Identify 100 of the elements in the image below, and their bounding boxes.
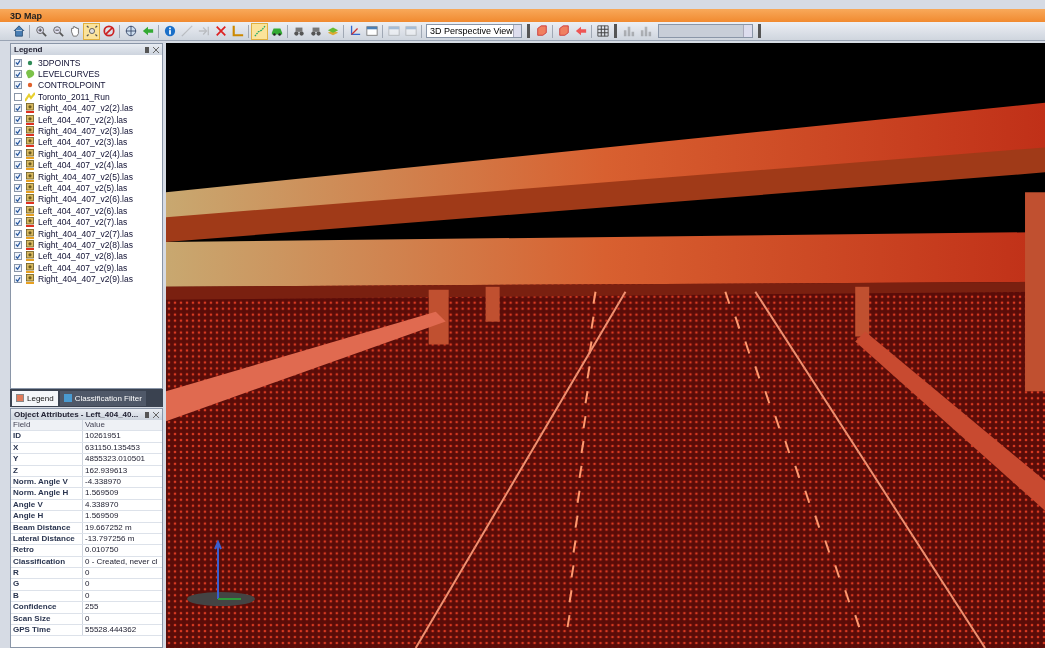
field-cell: Lateral Distance <box>11 533 83 545</box>
layer-label[interactable]: Toronto_2011_Run <box>38 91 110 102</box>
cube-icon <box>535 25 548 37</box>
panel-tab[interactable]: Classification Filter <box>59 390 146 406</box>
close-icon[interactable] <box>153 46 159 53</box>
checkbox[interactable] <box>14 229 22 238</box>
zoom-extents-icon <box>85 25 98 37</box>
checkbox[interactable] <box>14 240 22 249</box>
value-cell-text: 255 <box>84 602 100 613</box>
panel-title: Legend <box>14 45 43 54</box>
layer-label[interactable]: Right_404_407_v2(6).las <box>38 194 133 205</box>
checkbox[interactable] <box>14 263 22 272</box>
layers-icon <box>326 25 339 37</box>
value-cell-text: 10261951 <box>84 431 122 442</box>
checkbox[interactable] <box>14 127 22 136</box>
checkbox[interactable] <box>14 138 22 147</box>
home-icon <box>12 25 25 37</box>
field-cell: GPS Time <box>11 625 83 636</box>
checkbox[interactable] <box>14 149 22 158</box>
value-cell-text: 19.667252 m <box>84 522 133 533</box>
layer-label[interactable]: LEVELCURVES <box>38 69 100 80</box>
checkbox[interactable] <box>14 115 22 124</box>
field-cell: Retro <box>11 545 83 556</box>
checkbox[interactable] <box>14 70 22 79</box>
value-cell-text: 0 - Created, never cl <box>84 556 159 568</box>
value-cell-text: 0.010750 <box>84 545 120 556</box>
prohibited-icon <box>102 25 115 37</box>
binoculars-icon <box>292 25 305 37</box>
back-arrow-icon <box>141 25 154 37</box>
field-cell: Norm. Angle H <box>11 488 83 499</box>
value-cell-text: 1.569509 <box>84 511 120 522</box>
value-cell-text: 4.338970 <box>84 499 120 511</box>
checkbox[interactable] <box>14 195 22 204</box>
column-header[interactable]: Value <box>83 420 162 431</box>
crosshair-icon <box>124 25 137 37</box>
zoom-in-icon <box>34 25 47 37</box>
checkbox[interactable] <box>14 172 22 181</box>
window-icon <box>404 25 417 37</box>
layer-label[interactable]: CONTROLPOINT <box>38 80 106 91</box>
bar-chart-icon <box>639 25 652 37</box>
column-header[interactable]: Field <box>11 420 83 431</box>
grid-icon <box>596 25 609 37</box>
checkbox[interactable] <box>14 161 22 170</box>
field-cell: X <box>11 442 83 454</box>
layer-label[interactable]: Right_404_407_v2(2).las <box>38 103 133 114</box>
field-cell: Beam Distance <box>11 522 83 533</box>
layer-label[interactable]: Left_404_407_v2(5).las <box>38 183 128 193</box>
checkbox[interactable] <box>14 92 22 101</box>
view-dropdown[interactable]: 3D Perspective View <box>426 24 522 38</box>
layer-label[interactable]: Right_404_407_v2(5).las <box>38 171 133 182</box>
checkbox[interactable] <box>14 206 22 215</box>
layer-label[interactable]: Left_404_407_v2(8).las <box>38 251 128 262</box>
grid-button[interactable] <box>594 22 611 40</box>
layer-label[interactable]: Left_404_407_v2(2).las <box>38 114 128 125</box>
layer-label[interactable]: Right_404_407_v2(3).las <box>38 126 133 137</box>
value-cell-text: -13.797256 m <box>84 533 136 545</box>
field-cell: ID <box>11 431 83 442</box>
bar-chart-icon <box>622 25 635 37</box>
window-icon <box>387 25 400 37</box>
checkbox[interactable] <box>14 81 22 90</box>
layer-label[interactable]: Right_404_407_v2(4).las <box>38 148 133 159</box>
field-cell: Z <box>11 465 83 476</box>
close-icon[interactable] <box>153 411 159 418</box>
layer-label[interactable]: Left_404_407_v2(9).las <box>38 262 128 273</box>
value-cell-text: 0 <box>84 579 91 590</box>
pin-icon[interactable] <box>145 46 149 53</box>
layer-label[interactable]: Left_404_407_v2(3).las <box>38 137 128 148</box>
window-title: 3D Map <box>10 10 42 21</box>
checkbox[interactable] <box>14 184 22 192</box>
hand-icon <box>68 25 81 37</box>
cube-icon <box>557 25 570 37</box>
checkbox[interactable] <box>14 104 22 113</box>
field-cell: Scan Size <box>11 613 83 625</box>
layer-label[interactable]: 3DPOINTS <box>38 57 81 68</box>
window-icon <box>365 25 378 37</box>
layer-label[interactable]: Right_404_407_v2(9).las <box>38 274 133 285</box>
zoom-extents-button[interactable] <box>83 22 100 40</box>
checkbox[interactable] <box>14 252 22 261</box>
field-cell: Angle V <box>11 499 83 511</box>
field-cell: B <box>11 590 83 602</box>
value-cell-text: 1.569509 <box>84 488 120 499</box>
panel-tab[interactable]: Legend <box>12 390 58 406</box>
panel-title: Object Attributes - Left_404_40... <box>14 410 139 419</box>
delete-icon <box>214 25 227 37</box>
pin-icon[interactable] <box>145 411 149 418</box>
layer-label[interactable]: Left_404_407_v2(6).las <box>38 205 128 216</box>
layer-label[interactable]: Right_404_407_v2(7).las <box>38 228 133 239</box>
field-cell: Confidence <box>11 602 83 613</box>
value-cell-text: 0 <box>84 590 91 602</box>
layer-label[interactable]: Left_404_407_v2(4).las <box>38 160 128 171</box>
layer-label[interactable]: Left_404_407_v2(7).las <box>38 217 128 228</box>
binoculars-icon <box>309 25 322 37</box>
home-button[interactable] <box>10 22 27 40</box>
checkbox[interactable] <box>14 218 22 227</box>
checkbox[interactable] <box>14 275 22 284</box>
field-cell: Classification <box>11 556 83 568</box>
value-cell-text: 4855323.010501 <box>84 454 147 465</box>
layer-label[interactable]: Right_404_407_v2(8).las <box>38 239 133 250</box>
checkbox[interactable] <box>14 58 22 67</box>
value-cell-text: 55528.444362 <box>84 625 138 636</box>
